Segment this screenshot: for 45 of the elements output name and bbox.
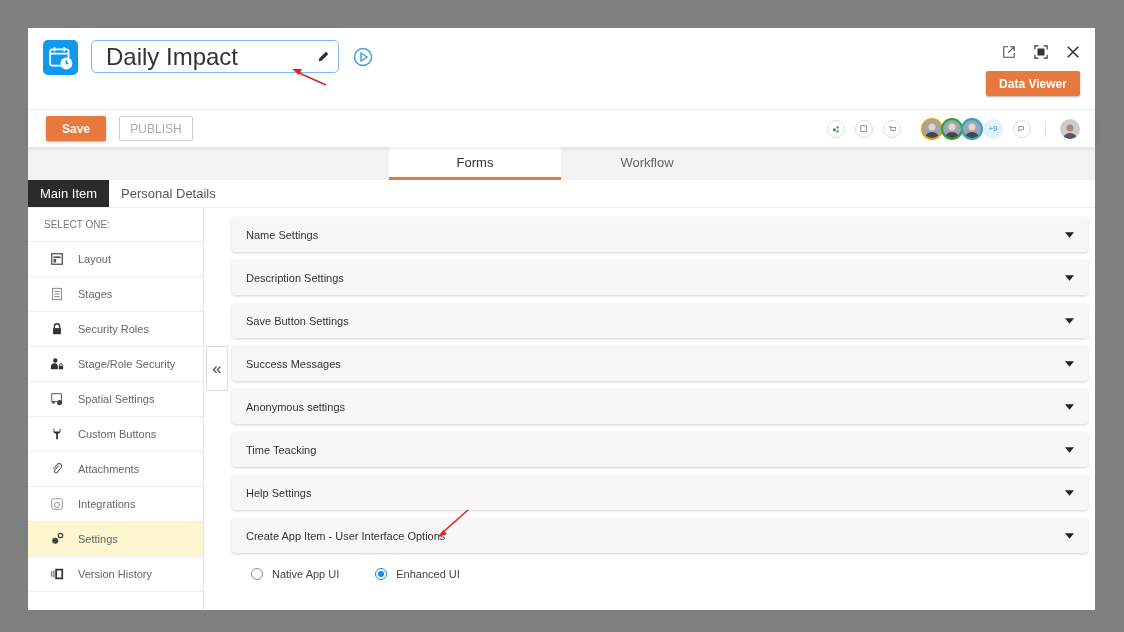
radio-option[interactable]: Native App UI xyxy=(251,568,340,580)
gears-icon xyxy=(50,532,64,546)
subtab[interactable]: Main Item xyxy=(28,180,110,207)
collapse-sidebar-button[interactable]: « xyxy=(206,346,228,391)
caret-icon xyxy=(1065,446,1074,453)
tab[interactable]: Forms xyxy=(389,147,561,180)
paperclip-icon xyxy=(50,462,64,476)
user-avatar[interactable] xyxy=(941,117,963,140)
calendar-clock-icon xyxy=(43,40,78,75)
play-icon[interactable] xyxy=(353,47,373,67)
app-title: Daily Impact xyxy=(106,42,239,71)
lock-icon xyxy=(50,322,64,336)
caret-icon xyxy=(1065,274,1074,281)
integrations-icon xyxy=(50,497,64,511)
profile-avatar[interactable] xyxy=(1060,118,1080,139)
settings-section-header[interactable]: Time Teacking xyxy=(232,432,1088,467)
tab[interactable]: Workflow xyxy=(561,147,733,180)
map-gear-icon xyxy=(50,392,64,406)
history-icon xyxy=(50,567,64,581)
user-lock-icon xyxy=(50,357,64,371)
settings-section-header[interactable]: Name Settings xyxy=(232,217,1088,252)
caret-icon xyxy=(1065,317,1074,324)
settings-section-header[interactable]: Description Settings xyxy=(232,260,1088,295)
annotation-arrow xyxy=(291,68,327,86)
sidebar-item[interactable]: Settings xyxy=(28,522,203,557)
settings-section-header[interactable]: Success Messages xyxy=(232,346,1088,381)
settings-section-header[interactable]: Create App Item - User Interface Options xyxy=(232,518,1088,553)
fullscreen-icon[interactable] xyxy=(1034,45,1048,59)
settings-section-header[interactable]: Anonymous settings xyxy=(232,389,1088,424)
settings-section-header[interactable]: Save Button Settings xyxy=(232,303,1088,338)
caret-icon xyxy=(1065,231,1074,238)
settings-section-header[interactable]: Help Settings xyxy=(232,475,1088,510)
caret-icon xyxy=(1065,489,1074,496)
user-avatar[interactable] xyxy=(921,117,943,140)
layout-icon xyxy=(50,252,64,266)
external-link-icon[interactable] xyxy=(1002,45,1016,59)
radio-option[interactable]: Enhanced UI xyxy=(375,568,460,580)
caret-icon xyxy=(1065,360,1074,367)
user-avatar[interactable] xyxy=(961,117,983,140)
caret-icon xyxy=(1065,532,1074,539)
title-field[interactable]: Daily Impact xyxy=(91,40,339,73)
close-icon[interactable] xyxy=(1066,45,1080,59)
caret-icon xyxy=(1065,403,1074,410)
pencil-icon[interactable] xyxy=(317,50,330,63)
document-icon xyxy=(50,287,64,301)
